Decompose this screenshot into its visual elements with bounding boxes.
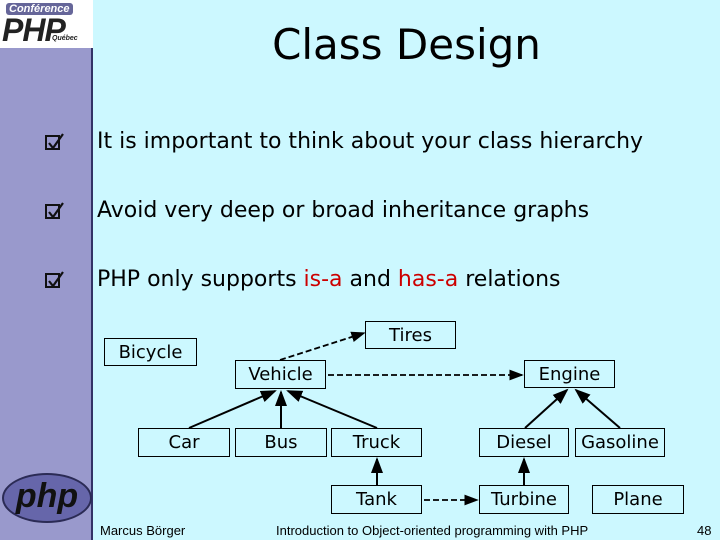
footer-author: Marcus Börger <box>100 523 186 538</box>
class-box-turbine: Turbine <box>479 485 569 514</box>
edge-truck-vehicle <box>286 390 378 429</box>
class-box-bicycle: Bicycle <box>104 338 197 366</box>
class-box-vehicle: Vehicle <box>235 360 326 389</box>
class-box-truck: Truck <box>331 428 422 457</box>
class-box-gasoline: Gasoline <box>575 428 665 457</box>
class-box-tires: Tires <box>365 321 456 349</box>
class-box-engine: Engine <box>524 360 615 388</box>
diagram-connectors <box>188 331 621 506</box>
footer-page-number: 48 <box>697 523 712 538</box>
edge-vehicle-tires <box>279 331 366 361</box>
class-box-tank: Tank <box>331 485 422 514</box>
class-box-bus: Bus <box>235 428 327 457</box>
footer-course: Introduction to Object-oriented programm… <box>276 523 589 538</box>
edge-car-vehicle <box>188 390 277 429</box>
edge-diesel-engine <box>524 388 569 429</box>
class-box-plane: Plane <box>592 485 684 514</box>
edge-gasoline-engine <box>574 388 621 429</box>
class-box-car: Car <box>138 428 230 457</box>
class-box-diesel: Diesel <box>479 428 569 457</box>
